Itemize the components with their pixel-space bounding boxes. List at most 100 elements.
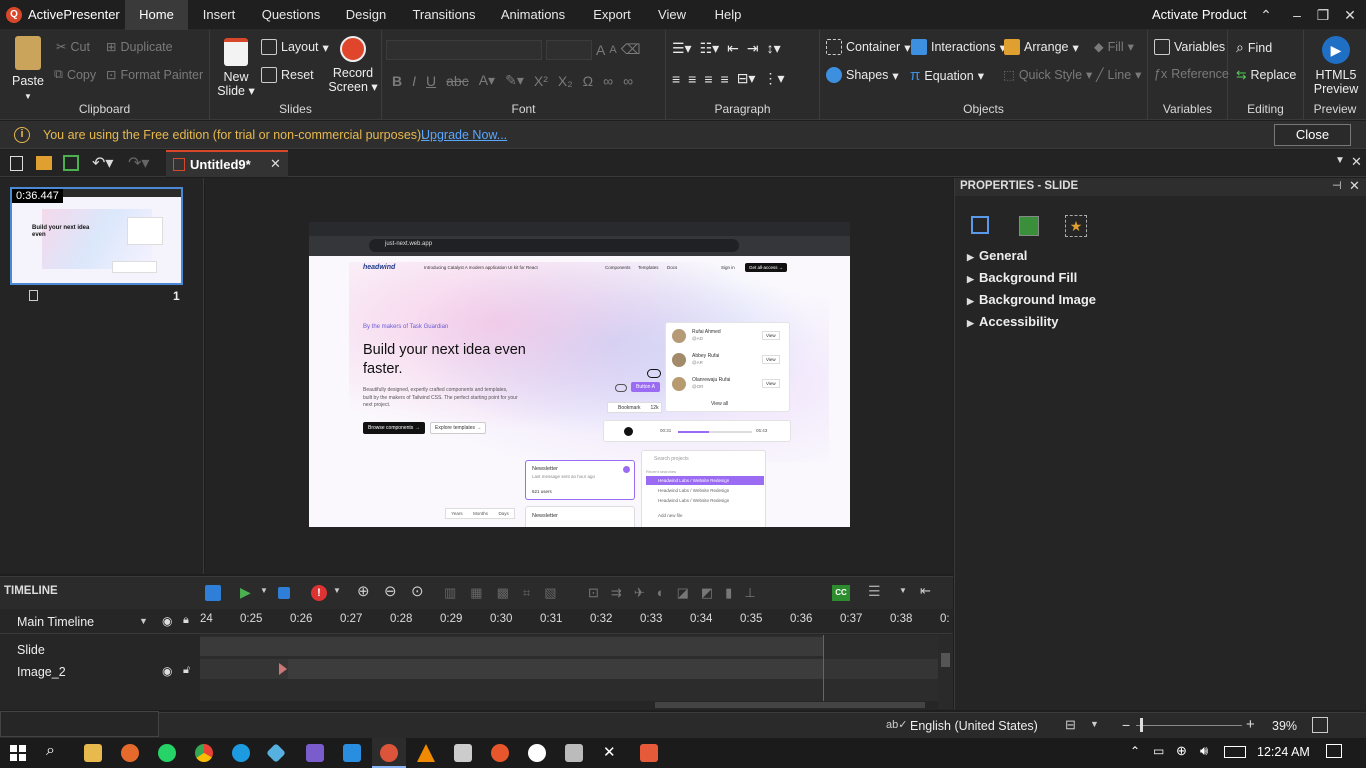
scroll-thumb[interactable] bbox=[941, 653, 950, 667]
file-explorer-icon[interactable] bbox=[84, 744, 102, 762]
time-ruler[interactable]: 24 0:25 0:26 0:27 0:28 0:29 0:30 0:31 0:… bbox=[200, 610, 953, 634]
layout-button[interactable]: Layout ▾ bbox=[261, 39, 329, 55]
paste-button[interactable]: Paste ▼ bbox=[8, 36, 48, 104]
layout-options-icon[interactable]: ☰ bbox=[868, 583, 881, 600]
duplicate-button[interactable]: ⊞ Duplicate bbox=[106, 39, 173, 55]
section-background-image[interactable]: ▶ Background Image bbox=[967, 292, 1096, 307]
unlock-icon[interactable]: 🔓︎ bbox=[183, 664, 190, 677]
view-dropdown-icon[interactable]: ▼ bbox=[1090, 719, 1099, 729]
whatsapp-icon[interactable] bbox=[158, 744, 176, 762]
keyboard-icon[interactable] bbox=[1224, 746, 1246, 758]
stop-icon[interactable] bbox=[278, 587, 290, 599]
cut-button[interactable]: ✂ Cut bbox=[56, 39, 90, 55]
fit-view-icon[interactable]: ⊟ bbox=[1065, 717, 1076, 733]
open-folder-icon[interactable] bbox=[36, 156, 52, 170]
find-button[interactable]: ⌕ Find bbox=[1236, 39, 1272, 56]
chrome-icon[interactable] bbox=[195, 744, 213, 762]
font-family-select[interactable] bbox=[386, 40, 542, 60]
timeline-hscroll[interactable] bbox=[200, 701, 938, 709]
menu-tab-animations[interactable]: Animations bbox=[493, 0, 573, 30]
app-doc-icon[interactable] bbox=[640, 744, 658, 762]
app-game-icon[interactable] bbox=[306, 744, 324, 762]
network-icon[interactable]: ⊕ bbox=[1176, 743, 1187, 759]
x-app-icon[interactable]: ✕ bbox=[603, 743, 616, 761]
playhead[interactable] bbox=[823, 635, 824, 703]
section-accessibility[interactable]: ▶ Accessibility bbox=[967, 314, 1059, 329]
close-document-icon[interactable]: ✕ bbox=[1351, 154, 1362, 170]
zoom-in-button[interactable]: + bbox=[1246, 716, 1255, 733]
font-style-buttons[interactable]: B I Uabc A▾ ✎▾ X² X₂ Ω ∞ ∞ bbox=[392, 72, 633, 89]
copy-button[interactable]: ⧉ Copy bbox=[54, 67, 96, 82]
properties-general-tab-icon[interactable] bbox=[971, 216, 989, 234]
reference-button[interactable]: ƒx Reference bbox=[1154, 67, 1229, 81]
line-button[interactable]: ╱ Line ▾ bbox=[1096, 67, 1141, 83]
slide-thumbnail[interactable]: Build your next idea even 0:36.447 bbox=[10, 187, 183, 285]
menu-tab-design[interactable]: Design bbox=[336, 0, 396, 30]
dock-icon[interactable]: ⇤ bbox=[920, 583, 931, 599]
font-size-controls[interactable]: A A ⌫ bbox=[596, 41, 640, 58]
new-file-icon[interactable] bbox=[10, 156, 23, 171]
menu-tab-transitions[interactable]: Transitions bbox=[404, 0, 484, 30]
app-orange-icon[interactable] bbox=[491, 744, 509, 762]
properties-effects-tab-icon[interactable]: ★ bbox=[1065, 215, 1087, 237]
replace-button[interactable]: ⇆ Replace bbox=[1236, 67, 1296, 83]
menu-tab-help[interactable]: Help bbox=[705, 0, 751, 30]
container-button[interactable]: Container ▾ bbox=[826, 39, 910, 55]
timeline-vscroll[interactable] bbox=[938, 635, 953, 709]
app-photo-icon[interactable] bbox=[565, 744, 583, 762]
close-tab-icon[interactable]: ✕ bbox=[270, 156, 281, 172]
align-buttons[interactable]: ≡ ≡ ≡ ≡ ⊟▾ ⋮▾ bbox=[672, 70, 784, 87]
clock[interactable]: 12:24 AM bbox=[1257, 745, 1310, 759]
redo-icon[interactable]: ↷▾ bbox=[128, 153, 149, 173]
menu-tab-questions[interactable]: Questions bbox=[255, 0, 327, 30]
list-buttons[interactable]: ☰▾ ☷▾ ⇤ ⇥ ↕▾ bbox=[672, 40, 781, 57]
record-screen-button[interactable]: Record Screen ▾ bbox=[328, 36, 378, 94]
zoom-out-button[interactable]: − bbox=[1122, 717, 1130, 733]
layout-dropdown-icon[interactable]: ▼ bbox=[899, 586, 907, 595]
close-panel-icon[interactable]: ✕ bbox=[1349, 178, 1360, 194]
upgrade-link[interactable]: Upgrade Now... bbox=[421, 128, 507, 142]
menu-tab-insert[interactable]: Insert bbox=[192, 0, 246, 30]
variables-button[interactable]: Variables bbox=[1154, 39, 1225, 55]
fill-button[interactable]: ◆ Fill ▾ bbox=[1094, 39, 1134, 55]
zoom-slider[interactable] bbox=[1136, 725, 1242, 726]
language-status[interactable]: English (United States) bbox=[910, 719, 1038, 733]
eye-icon[interactable]: ◉ bbox=[162, 614, 172, 628]
reset-button[interactable]: Reset bbox=[261, 67, 314, 83]
menu-tab-export[interactable]: Export bbox=[584, 0, 640, 30]
slide-track-bar[interactable] bbox=[200, 637, 823, 656]
timeline-dropdown-icon[interactable]: ▼ bbox=[139, 616, 148, 626]
equation-button[interactable]: π Equation ▾ bbox=[910, 67, 984, 84]
font-size-select[interactable] bbox=[546, 40, 592, 60]
format-painter-button[interactable]: ⊡ Format Painter bbox=[106, 67, 203, 83]
zoom-level[interactable]: 39% bbox=[1272, 719, 1297, 733]
new-slide-button[interactable]: New Slide ▾ bbox=[216, 38, 256, 98]
firefox-icon[interactable] bbox=[121, 744, 139, 762]
document-tab[interactable]: Untitled9* ✕ bbox=[166, 150, 288, 177]
battery-icon[interactable]: ▭ bbox=[1153, 744, 1164, 758]
timeline-mode-icon[interactable] bbox=[205, 585, 221, 601]
spellcheck-icon[interactable]: ab✓ bbox=[886, 718, 907, 731]
activate-product-link[interactable]: Activate Product bbox=[1152, 7, 1247, 22]
menu-tab-home[interactable]: Home bbox=[125, 0, 188, 30]
play-timeline-icon[interactable]: ▶ bbox=[240, 584, 251, 601]
maximize-button[interactable]: ❐ bbox=[1309, 4, 1337, 26]
zoom-fit-icon[interactable]: ⊙ bbox=[411, 582, 424, 600]
vscode-icon[interactable] bbox=[343, 744, 361, 762]
lock-icon[interactable]: 🔒︎ bbox=[183, 614, 189, 627]
vlc-icon[interactable] bbox=[417, 744, 435, 762]
eye-icon[interactable]: ◉ bbox=[162, 664, 172, 678]
search-icon[interactable]: ⌕ bbox=[46, 742, 55, 760]
app-white-circle-icon[interactable] bbox=[528, 744, 546, 762]
track-area[interactable] bbox=[200, 635, 938, 709]
fullscreen-icon[interactable] bbox=[1312, 717, 1328, 733]
notifications-icon[interactable] bbox=[1326, 744, 1342, 758]
menu-tab-view[interactable]: View bbox=[650, 0, 694, 30]
record-options-icon[interactable]: ▼ bbox=[333, 586, 341, 595]
zoom-out-icon[interactable]: ⊖ bbox=[384, 582, 397, 600]
tab-list-dropdown-icon[interactable]: ▼ bbox=[1335, 155, 1345, 166]
record-icon[interactable]: ! bbox=[311, 585, 327, 601]
slide-image[interactable]: just-next.web.app headwind Introducing C… bbox=[309, 222, 850, 527]
close-notice-button[interactable]: Close bbox=[1274, 124, 1351, 146]
tray-expand-icon[interactable]: ⌃ bbox=[1130, 744, 1140, 758]
